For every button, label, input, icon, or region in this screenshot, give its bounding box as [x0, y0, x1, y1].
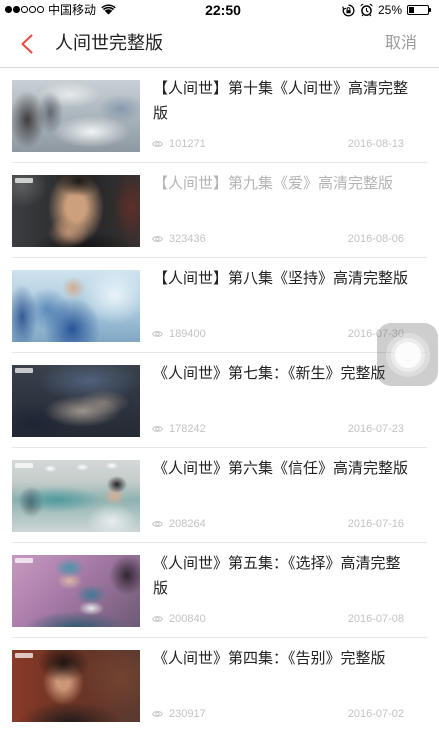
- signal-dot: [21, 6, 28, 13]
- status-bar: 中国移动 22:50 25%: [0, 0, 439, 20]
- battery-icon: [407, 5, 429, 15]
- publish-date: 2016-07-02: [347, 708, 404, 720]
- signal-strength: [5, 6, 44, 13]
- eye-icon: [152, 616, 163, 622]
- video-list-item[interactable]: 《人间世》第六集《信任》高清完整版 208264 2016-07-16: [0, 448, 439, 543]
- video-meta: 200840 2016-07-08: [152, 613, 404, 625]
- cancel-button[interactable]: 取消: [385, 20, 417, 67]
- eye-icon: [152, 236, 163, 242]
- signal-dot: [13, 6, 20, 13]
- signal-dot: [37, 6, 44, 13]
- assistive-touch-core: [394, 341, 421, 368]
- video-title: 《人间世》第五集：《选择》高清完整版: [153, 555, 401, 597]
- view-count: 200840: [169, 613, 206, 625]
- video-meta: 323436 2016-08-06: [152, 233, 404, 245]
- navigation-bar: 人间世完整版 取消: [0, 20, 439, 68]
- view-count: 101271: [169, 138, 206, 150]
- eye-icon: [152, 426, 163, 432]
- video-title: 【人间世】第八集《坚持》高清完整版: [153, 270, 409, 287]
- wifi-icon: [101, 4, 116, 15]
- video-list-item[interactable]: 《人间世》第四集：《告别》完整版 230917 2016-07-02: [0, 638, 439, 731]
- eye-icon: [152, 141, 163, 147]
- watermark-logo: [15, 178, 33, 183]
- orientation-lock-icon: [342, 4, 355, 17]
- video-thumbnail: [12, 270, 140, 342]
- video-title: 【人间世】第十集《人间世》高清完整版: [153, 80, 409, 122]
- view-count: 323436: [169, 233, 206, 245]
- battery-cap: [429, 8, 431, 12]
- video-list-item[interactable]: 【人间世】第十集《人间世》高清完整版 101271 2016-08-13: [0, 68, 439, 163]
- publish-date: 2016-08-13: [347, 138, 404, 150]
- video-thumbnail: [12, 365, 140, 437]
- carrier-name: 中国移动: [48, 3, 97, 17]
- video-meta: 230917 2016-07-02: [152, 708, 404, 720]
- eye-icon: [152, 711, 163, 717]
- video-thumbnail: [12, 80, 140, 152]
- signal-dot: [29, 6, 36, 13]
- publish-date: 2016-07-23: [347, 423, 404, 435]
- watermark-logo: [15, 558, 33, 563]
- video-thumbnail: [12, 555, 140, 627]
- back-button[interactable]: [16, 32, 38, 56]
- eye-icon: [152, 331, 163, 337]
- video-list-item[interactable]: 【人间世】第九集《爱》高清完整版 323436 2016-08-06: [0, 163, 439, 258]
- video-title: 《人间世》第六集《信任》高清完整版: [153, 460, 409, 477]
- video-meta: 101271 2016-08-13: [152, 138, 404, 150]
- alarm-clock-icon: [360, 3, 373, 17]
- video-meta: 189400 2016-07-30: [152, 328, 404, 340]
- video-thumbnail: [12, 460, 140, 532]
- video-title: 【人间世】第九集《爱》高清完整版: [153, 175, 394, 192]
- video-meta: 208264 2016-07-16: [152, 518, 404, 530]
- signal-dot: [5, 6, 12, 13]
- view-count: 230917: [169, 708, 206, 720]
- watermark-logo: [15, 463, 33, 468]
- battery-fill: [409, 7, 414, 13]
- publish-date: 2016-07-16: [347, 518, 404, 530]
- video-thumbnail: [12, 175, 140, 247]
- watermark-logo: [15, 653, 33, 658]
- video-list: 【人间世】第十集《人间世》高清完整版 101271 2016-08-13 【人间…: [0, 68, 439, 731]
- view-count: 208264: [169, 518, 206, 530]
- eye-icon: [152, 521, 163, 527]
- video-list-item[interactable]: 《人间世》第七集：《新生》完整版 178242 2016-07-23: [0, 353, 439, 448]
- video-title: 《人间世》第四集：《告别》完整版: [153, 650, 386, 667]
- view-count: 189400: [169, 328, 206, 340]
- video-meta: 178242 2016-07-23: [152, 423, 404, 435]
- video-list-item[interactable]: 《人间世》第五集：《选择》高清完整版 200840 2016-07-08: [0, 543, 439, 638]
- clock-time: 22:50: [205, 2, 241, 18]
- video-thumbnail: [12, 650, 140, 722]
- page-title: 人间世完整版: [55, 33, 163, 53]
- chevron-left-icon: [21, 34, 33, 54]
- publish-date: 2016-07-08: [347, 613, 404, 625]
- video-title: 《人间世》第七集：《新生》完整版: [153, 365, 386, 382]
- publish-date: 2016-08-06: [347, 233, 404, 245]
- watermark-logo: [15, 368, 33, 373]
- view-count: 178242: [169, 423, 206, 435]
- assistive-touch-button[interactable]: [377, 323, 438, 386]
- battery-percentage: 25%: [378, 3, 403, 17]
- video-list-item[interactable]: 【人间世】第八集《坚持》高清完整版 189400 2016-07-30: [0, 258, 439, 353]
